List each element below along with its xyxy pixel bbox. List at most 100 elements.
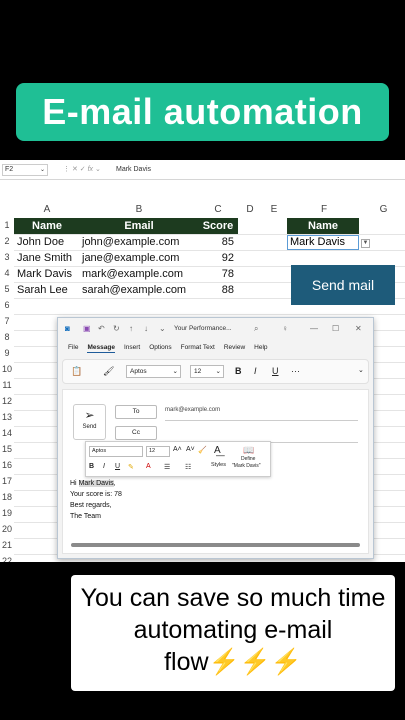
cell-email[interactable]: jane@example.com (82, 250, 179, 266)
define-label[interactable]: Define (241, 456, 255, 462)
tab-insert[interactable]: Insert (124, 344, 140, 353)
row-header[interactable]: 13 (0, 412, 14, 422)
row-header[interactable]: 16 (0, 460, 14, 470)
name-box[interactable]: F2 ⌄ (2, 164, 48, 176)
side-header-name[interactable]: Name (287, 218, 359, 234)
bullets-icon[interactable]: ☰ (164, 463, 170, 471)
underline-icon[interactable]: U (115, 463, 120, 470)
redo-icon[interactable]: ↻ (113, 324, 120, 333)
header-score[interactable]: Score (198, 218, 238, 234)
tab-review[interactable]: Review (224, 344, 245, 353)
column-header-b[interactable]: B (80, 203, 198, 217)
numbering-icon[interactable]: ☷ (185, 463, 191, 471)
cell-score[interactable]: 78 (198, 266, 234, 282)
define-term[interactable]: "Mark Davis" (232, 463, 261, 469)
tab-help[interactable]: Help (254, 344, 267, 353)
cc-button[interactable]: Cc (115, 426, 157, 440)
lightbulb-icon[interactable]: ♀ (282, 324, 288, 333)
row-header[interactable]: 10 (0, 364, 14, 374)
mini-font-select[interactable]: Aptos (89, 446, 143, 457)
chevron-down-icon[interactable]: ⌄ (40, 165, 45, 175)
to-button[interactable]: To (115, 405, 157, 419)
more-icon[interactable]: ··· (291, 366, 300, 376)
row-header[interactable]: 5 (0, 284, 14, 294)
cell-email[interactable]: john@example.com (82, 234, 179, 250)
cell-score[interactable]: 85 (198, 234, 234, 250)
styles-label[interactable]: Styles (211, 462, 226, 468)
tab-file[interactable]: File (68, 344, 78, 353)
mini-size-select[interactable]: 12 (146, 446, 170, 457)
row-header[interactable]: 18 (0, 492, 14, 502)
column-header-g[interactable]: G (362, 203, 405, 217)
column-header-f[interactable]: F (286, 203, 362, 217)
row-header[interactable]: 6 (0, 300, 14, 310)
row-header[interactable]: 3 (0, 252, 14, 262)
bold-button[interactable]: B (235, 366, 242, 376)
column-header-c[interactable]: C (198, 203, 238, 217)
tab-message[interactable]: Message (87, 344, 115, 353)
cell-score[interactable]: 88 (198, 282, 234, 298)
grow-font-icon[interactable]: A˄ (173, 446, 182, 453)
cell-name[interactable]: John Doe (17, 234, 64, 250)
highlight-icon[interactable]: ✎ (128, 463, 134, 471)
selected-name-cell[interactable]: Mark Davis (287, 235, 359, 250)
send-button[interactable]: ➢ Send (73, 404, 106, 440)
header-name[interactable]: Name (14, 218, 80, 234)
close-icon[interactable]: ✕ (355, 324, 362, 333)
format-painter-icon[interactable]: 🖌 (103, 366, 114, 377)
row-header[interactable]: 14 (0, 428, 14, 438)
tab-format-text[interactable]: Format Text (181, 344, 215, 353)
font-color-icon[interactable]: A (146, 463, 151, 470)
message-text[interactable]: Hi Mark Davis, Your score is: 78 Best re… (70, 478, 122, 522)
cell-name[interactable]: Sarah Lee (17, 282, 68, 298)
search-icon[interactable]: ⌕ (254, 324, 258, 334)
bold-icon[interactable]: B (89, 463, 94, 470)
compose-body[interactable]: ➢ Send To mark@example.com Cc Aptos 12 A… (62, 389, 369, 554)
row-header[interactable]: 2 (0, 236, 14, 246)
italic-button[interactable]: I (254, 366, 257, 376)
styles-icon[interactable]: A͟ (214, 445, 221, 456)
minimize-icon[interactable]: — (310, 324, 318, 333)
cell-email[interactable]: sarah@example.com (82, 282, 186, 298)
row-header[interactable]: 22 (0, 556, 14, 562)
customize-icon[interactable]: ⌄ (159, 324, 166, 333)
column-header-d[interactable]: D (238, 203, 262, 217)
row-header[interactable]: 4 (0, 268, 14, 278)
row-header[interactable]: 9 (0, 348, 14, 358)
row-header[interactable]: 19 (0, 508, 14, 518)
row-header[interactable]: 20 (0, 524, 14, 534)
undo-icon[interactable]: ↶ (98, 324, 105, 333)
paste-icon[interactable]: 📋 (71, 366, 82, 377)
font-size-select[interactable]: 12 ⌄ (190, 365, 224, 378)
row-header[interactable]: 15 (0, 444, 14, 454)
cell-score[interactable]: 92 (198, 250, 234, 266)
row-header[interactable]: 1 (0, 220, 14, 230)
row-header[interactable]: 17 (0, 476, 14, 486)
up-arrow-icon[interactable]: ↑ (129, 324, 133, 333)
down-arrow-icon[interactable]: ↓ (144, 324, 148, 333)
cell-name[interactable]: Jane Smith (17, 250, 72, 266)
horizontal-scrollbar[interactable] (71, 543, 360, 547)
row-header[interactable]: 7 (0, 316, 14, 326)
clear-format-icon[interactable]: 🧹 (198, 446, 207, 454)
column-header-e[interactable]: E (262, 203, 286, 217)
font-select[interactable]: Aptos ⌄ (126, 365, 181, 378)
to-address[interactable]: mark@example.com (165, 407, 220, 413)
cell-name[interactable]: Mark Davis (17, 266, 72, 282)
define-icon[interactable]: 📖 (243, 445, 254, 456)
shrink-font-icon[interactable]: A˅ (186, 446, 195, 453)
send-mail-button[interactable]: Send mail (291, 265, 395, 305)
row-header[interactable]: 8 (0, 332, 14, 342)
formula-value[interactable]: Mark Davis (116, 164, 151, 176)
column-header-a[interactable]: A (14, 203, 80, 217)
row-header[interactable]: 21 (0, 540, 14, 550)
italic-icon[interactable]: I (103, 463, 105, 470)
row-header[interactable]: 12 (0, 396, 14, 406)
header-email[interactable]: Email (80, 218, 198, 234)
maximize-icon[interactable]: ☐ (332, 324, 339, 333)
underline-button[interactable]: U (272, 366, 279, 376)
chevron-down-icon[interactable]: ▼ (361, 239, 370, 248)
save-icon[interactable]: ▣ (83, 324, 91, 333)
cell-email[interactable]: mark@example.com (82, 266, 183, 282)
chevron-down-icon[interactable]: ⌄ (358, 366, 364, 374)
